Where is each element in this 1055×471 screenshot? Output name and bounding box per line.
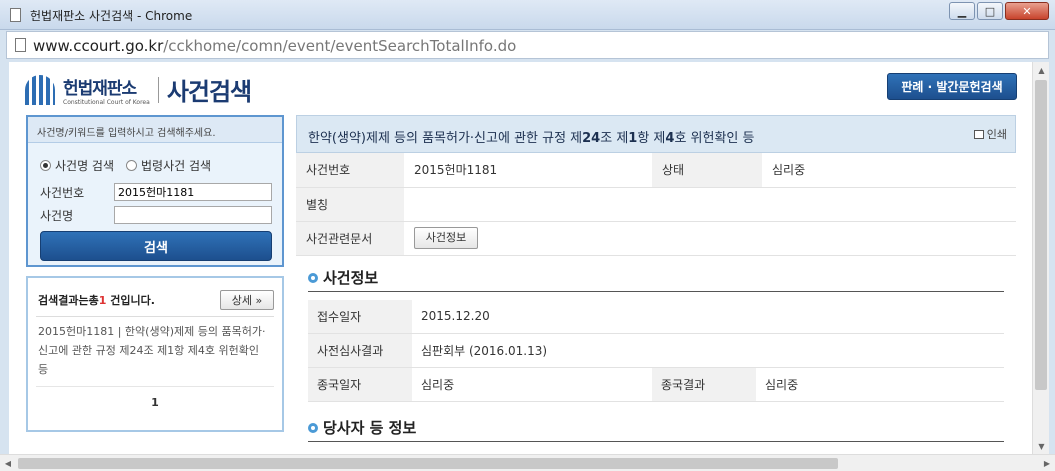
bullet-circle-icon xyxy=(308,423,318,433)
vertical-scrollbar[interactable]: ▲ ▼ xyxy=(1032,62,1049,454)
bullet-circle-icon xyxy=(308,272,318,283)
court-emblem-icon xyxy=(25,74,55,105)
cell-label: 사건관련문서 xyxy=(296,221,404,256)
case-number-label: 사건번호 xyxy=(40,185,85,200)
scroll-thumb[interactable] xyxy=(1035,80,1047,390)
window-controls: ▁ □ ✕ xyxy=(947,2,1049,20)
cell-label: 별칭 xyxy=(296,187,404,222)
section-title: 당사자 등 정보 xyxy=(323,419,417,437)
cell-label: 상태 xyxy=(652,153,762,188)
radio-case-name[interactable]: 사건명 검색 xyxy=(40,157,114,174)
address-bar[interactable]: www.ccourt.go.kr/cckhome/comn/event/even… xyxy=(6,31,1049,59)
section-heading-party-info: 당사자 등 정보 xyxy=(308,416,1016,450)
divider xyxy=(36,386,274,387)
section-heading-case-info: 사건정보 xyxy=(308,266,1016,300)
scroll-up-icon[interactable]: ▲ xyxy=(1033,62,1049,78)
divider xyxy=(36,316,274,317)
url-text[interactable]: www.ccourt.go.kr/cckhome/comn/event/even… xyxy=(33,37,516,55)
results-count: 검색결과는총1 건입니다. xyxy=(38,292,155,308)
cell-label: 접수일자 xyxy=(308,299,412,334)
page-icon xyxy=(10,8,21,22)
cell-label: 사건번호 xyxy=(296,153,404,188)
cell-received-date: 2015.12.20 xyxy=(412,299,1004,334)
url-host: www.ccourt.go.kr xyxy=(33,37,164,55)
org-name-eng: Constitutional Court of Korea xyxy=(63,98,150,106)
horizontal-scrollbar[interactable]: ◀ ▶ xyxy=(0,454,1055,471)
case-number-input[interactable] xyxy=(114,183,272,201)
results-prefix: 검색결과는총 xyxy=(38,294,99,307)
case-number-row: 사건번호 xyxy=(40,183,272,201)
site-logo[interactable]: 헌법재판소 Constitutional Court of Korea 사건검색 xyxy=(25,72,252,107)
window-title: 헌법재판소 사건검색 - Chrome xyxy=(30,9,193,23)
logo-divider xyxy=(157,76,159,103)
results-panel: 검색결과는총1 건입니다. 상세 » 2015헌마1181 | 한약(생약)제제… xyxy=(26,276,284,432)
table-row: 접수일자 2015.12.20 xyxy=(308,299,1004,334)
radio-law-label: 법령사건 검색 xyxy=(141,159,212,173)
search-panel: 사건명/키워드를 입력하시고 검색해주세요. 사건명 검색 법령사건 검색 사건… xyxy=(26,115,284,267)
cell-label: 사전심사결과 xyxy=(308,333,412,368)
cell-end-date: 심리중 xyxy=(412,367,652,402)
search-type-radios: 사건명 검색 법령사건 검색 xyxy=(40,157,223,174)
precedent-search-button[interactable]: 판례 · 발간문헌검색 xyxy=(887,73,1017,100)
title-paragraph: 1 xyxy=(628,131,638,146)
section-divider xyxy=(308,441,1004,442)
case-name-row: 사건명 xyxy=(40,206,272,224)
table-row: 종국일자 심리중 종국결과 심리중 xyxy=(308,367,1004,402)
case-detail-panel: 한약(생약)제제 등의 품목허가·신고에 관한 규정 제24조 제1항 제4호 … xyxy=(296,115,1016,450)
search-button[interactable]: 검색 xyxy=(40,231,272,261)
section-title: 사건정보 xyxy=(323,268,379,287)
section-divider xyxy=(308,290,1004,292)
cell-label: 종국결과 xyxy=(652,367,756,402)
table-row: 사전심사결과 심판회부 (2016.01.13) xyxy=(308,333,1004,368)
case-info-table: 접수일자 2015.12.20 사전심사결과 심판회부 (2016.01.13)… xyxy=(308,299,1004,402)
scroll-left-icon[interactable]: ◀ xyxy=(0,455,16,471)
title-part: 항 제 xyxy=(637,131,666,146)
minimize-button[interactable]: ▁ xyxy=(949,2,975,20)
page-title: 사건검색 xyxy=(166,78,252,106)
logo-text: 헌법재판소 Constitutional Court of Korea xyxy=(63,74,150,106)
case-name-label: 사건명 xyxy=(40,208,74,223)
table-row: 별칭 xyxy=(296,187,1016,222)
radio-law[interactable]: 법령사건 검색 xyxy=(126,157,211,174)
table-row: 사건관련문서 사건정보 xyxy=(296,221,1016,256)
title-article: 24 xyxy=(582,131,601,146)
case-title-bar: 한약(생약)제제 등의 품목허가·신고에 관한 규정 제24조 제1항 제4호 … xyxy=(296,115,1016,153)
case-name-input[interactable] xyxy=(114,206,272,224)
table-row: 사건번호 2015헌마1181 상태 심리중 xyxy=(296,153,1016,188)
document-icon xyxy=(15,38,26,52)
case-summary-table: 사건번호 2015헌마1181 상태 심리중 별칭 사건관련문서 사건정보 xyxy=(296,153,1016,256)
print-button[interactable]: 인쇄 xyxy=(973,126,1007,142)
scroll-thumb[interactable] xyxy=(18,458,838,469)
radio-case-name-label: 사건명 검색 xyxy=(55,159,115,173)
url-path: /cckhome/comn/event/eventSearchTotalInfo… xyxy=(163,37,517,55)
maximize-button[interactable]: □ xyxy=(977,2,1003,20)
cell-end-result: 심리중 xyxy=(756,367,1004,402)
search-guide: 사건명/키워드를 입력하시고 검색해주세요. xyxy=(28,117,282,143)
results-suffix: 건입니다. xyxy=(106,294,155,307)
title-part: 한약(생약)제제 등의 품목허가·신고에 관한 규정 제 xyxy=(308,131,583,146)
org-name: 헌법재판소 xyxy=(63,78,137,99)
cell-label: 종국일자 xyxy=(308,367,412,402)
detail-button[interactable]: 상세 » xyxy=(220,290,274,310)
scroll-right-icon[interactable]: ▶ xyxy=(1039,455,1055,471)
window-titlebar: 헌법재판소 사건검색 - Chrome ▁ □ ✕ xyxy=(0,0,1055,30)
title-part: 조 제 xyxy=(600,131,629,146)
printer-icon xyxy=(973,129,984,139)
cell-prelim-result: 심판회부 (2016.01.13) xyxy=(412,333,1004,368)
title-part: 호 위헌확인 등 xyxy=(674,131,755,146)
page-content: 헌법재판소 Constitutional Court of Korea 사건검색… xyxy=(9,62,1049,454)
case-info-button[interactable]: 사건정보 xyxy=(414,227,478,249)
radio-unchecked-icon xyxy=(126,160,138,171)
close-button[interactable]: ✕ xyxy=(1005,2,1049,20)
pager-page[interactable]: 1 xyxy=(28,396,282,409)
print-label: 인쇄 xyxy=(986,128,1007,141)
cell-status: 심리중 xyxy=(762,153,1016,188)
radio-checked-icon xyxy=(40,160,51,171)
scroll-down-icon[interactable]: ▼ xyxy=(1033,438,1049,454)
result-item[interactable]: 2015헌마1181 | 한약(생약)제제 등의 품목허가·신고에 관한 규정 … xyxy=(38,322,270,379)
cell-docs: 사건정보 xyxy=(404,221,1016,256)
cell-alias xyxy=(404,187,1016,222)
cell-case-number: 2015헌마1181 xyxy=(404,153,652,188)
case-title: 한약(생약)제제 등의 품목허가·신고에 관한 규정 제24조 제1항 제4호 … xyxy=(308,127,754,146)
